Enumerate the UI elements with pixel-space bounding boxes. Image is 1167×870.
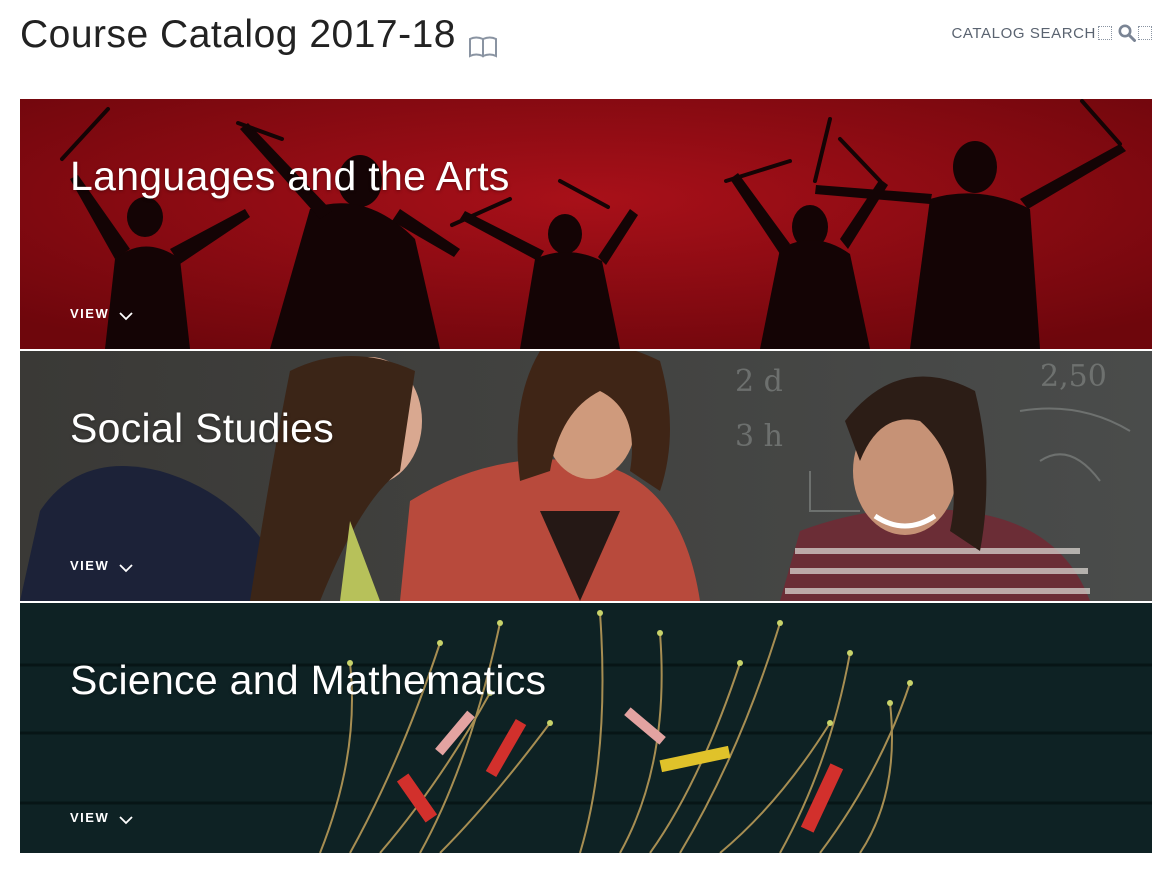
chevron-down-icon [119, 309, 133, 320]
dancers-background-image [20, 99, 1152, 349]
view-label: VIEW [70, 810, 110, 825]
catalog-search-link[interactable]: CATALOG SEARCH [951, 24, 1152, 42]
svg-text:3 h: 3 h [735, 419, 783, 454]
svg-text:2 d: 2 d [735, 364, 783, 399]
placeholder-glyph-icon [1138, 26, 1152, 40]
book-icon [468, 25, 498, 58]
section-title: Languages and the Arts [70, 153, 510, 199]
chevron-down-icon [119, 561, 133, 572]
view-toggle[interactable]: VIEW [70, 306, 133, 321]
search-icon [1118, 24, 1136, 42]
section-science-and-mathematics[interactable]: Science and Mathematics VIEW [20, 603, 1152, 853]
view-toggle[interactable]: VIEW [70, 810, 133, 825]
section-title: Social Studies [70, 405, 335, 451]
section-title: Science and Mathematics [70, 657, 547, 703]
section-languages-and-the-arts[interactable]: Languages and the Arts VIEW [20, 99, 1152, 349]
classroom-background-image: 2 d 3 h 2,50 [20, 351, 1152, 601]
page-header: Course Catalog 2017-18 CATALOG SEARCH [20, 0, 1152, 72]
view-label: VIEW [70, 306, 110, 321]
svg-text:2,50: 2,50 [1040, 359, 1107, 394]
page-title-text: Course Catalog 2017-18 [20, 13, 456, 56]
placeholder-glyph-icon [1098, 26, 1112, 40]
chevron-down-icon [119, 813, 133, 824]
plants-background-image [20, 603, 1152, 853]
page-title: Course Catalog 2017-18 [20, 13, 498, 58]
section-social-studies[interactable]: 2 d 3 h 2,50 Social Studies VIEW [20, 351, 1152, 601]
view-label: VIEW [70, 558, 110, 573]
catalog-search-label: CATALOG SEARCH [951, 24, 1096, 42]
catalog-sections: Languages and the Arts VIEW 2 d 3 h 2,50… [20, 99, 1152, 855]
view-toggle[interactable]: VIEW [70, 558, 133, 573]
